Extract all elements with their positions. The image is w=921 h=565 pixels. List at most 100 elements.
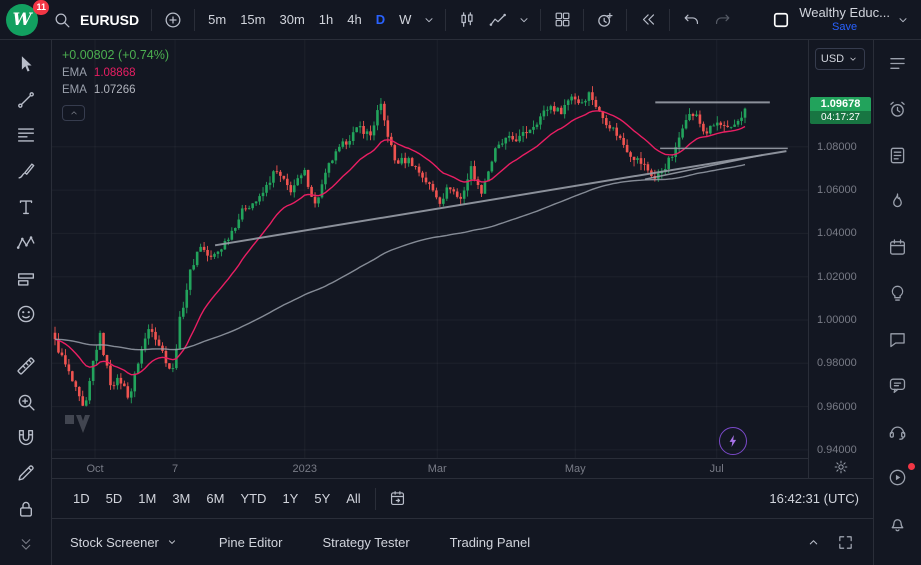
create-alert-button[interactable] bbox=[590, 5, 620, 35]
chart-area[interactable]: +0.00802 (+0.74%) EMA1.08868 EMA1.07266 O… bbox=[52, 40, 808, 478]
range-3M-button[interactable]: 3M bbox=[165, 486, 197, 512]
layout-grid-button[interactable] bbox=[547, 5, 577, 35]
app-logo[interactable]: W 11 bbox=[4, 2, 46, 38]
range-5D-button[interactable]: 5D bbox=[99, 486, 130, 512]
interval-30m-button[interactable]: 30m bbox=[272, 6, 311, 34]
trendline-icon bbox=[15, 89, 37, 111]
zoom-in-icon bbox=[15, 391, 37, 413]
interval-D-button[interactable]: D bbox=[369, 6, 392, 34]
legend-collapse-button[interactable] bbox=[62, 105, 85, 121]
interval-4h-button[interactable]: 4h bbox=[340, 6, 368, 34]
symbol-name[interactable]: EURUSD bbox=[78, 12, 145, 28]
currency-selector[interactable]: USD bbox=[815, 48, 865, 70]
pencil-tool-button[interactable] bbox=[9, 462, 43, 486]
lock-tool-button[interactable] bbox=[9, 497, 43, 521]
pane-layout-button[interactable] bbox=[766, 5, 796, 35]
bar-countdown: 04:17:27 bbox=[810, 111, 871, 124]
account-chevron-button[interactable] bbox=[893, 5, 913, 35]
open-panel-chevron-button[interactable] bbox=[803, 527, 823, 557]
emoji-tool-button[interactable] bbox=[9, 302, 43, 326]
add-symbol-icon bbox=[163, 10, 183, 30]
interval-5m-button[interactable]: 5m bbox=[201, 6, 233, 34]
interval-buttons: 5m15m30m1h4hDW bbox=[201, 6, 418, 34]
trendline-tool-button[interactable] bbox=[9, 88, 43, 112]
save-layout-button[interactable]: Save bbox=[832, 21, 857, 34]
range-6M-button[interactable]: 6M bbox=[199, 486, 231, 512]
range-1D-button[interactable]: 1D bbox=[66, 486, 97, 512]
indicators-button[interactable] bbox=[483, 5, 513, 35]
utc-clock[interactable]: 16:42:31 (UTC) bbox=[769, 491, 859, 506]
streams-button[interactable] bbox=[883, 466, 913, 488]
interval-15m-button[interactable]: 15m bbox=[233, 6, 272, 34]
symbol-search-button[interactable] bbox=[47, 5, 77, 35]
footer-tab-pine-editor[interactable]: Pine Editor bbox=[219, 535, 283, 550]
range-All-button[interactable]: All bbox=[339, 486, 367, 512]
calendar-button[interactable] bbox=[883, 236, 913, 258]
indicator-label: EMA bbox=[62, 67, 87, 79]
footer-tab-trading-panel[interactable]: Trading Panel bbox=[450, 535, 530, 550]
ideas-icon bbox=[887, 283, 908, 304]
data-window-button[interactable] bbox=[883, 144, 913, 166]
indicators-chevron-button[interactable] bbox=[514, 5, 534, 35]
zoom-in-tool-button[interactable] bbox=[9, 390, 43, 414]
right-sidebar bbox=[873, 40, 921, 565]
interval-1h-button[interactable]: 1h bbox=[312, 6, 340, 34]
ideas-button[interactable] bbox=[883, 282, 913, 304]
divider bbox=[151, 9, 152, 31]
interval-W-button[interactable]: W bbox=[392, 6, 418, 34]
tradingview-watermark-logo[interactable] bbox=[64, 412, 102, 439]
position-tool-button[interactable] bbox=[9, 267, 43, 291]
toolbar-more-button[interactable] bbox=[9, 533, 43, 557]
support-button[interactable] bbox=[883, 420, 913, 442]
cursor-tool-button[interactable] bbox=[9, 52, 43, 76]
fib-retracement-tool-button[interactable] bbox=[9, 124, 43, 148]
legend-indicator-row[interactable]: EMA1.08868 bbox=[62, 67, 169, 79]
notifications-icon bbox=[887, 513, 908, 534]
footer-tab-stock-screener[interactable]: Stock Screener bbox=[70, 535, 179, 550]
range-1Y-button[interactable]: 1Y bbox=[275, 486, 305, 512]
double-chevron-down-icon bbox=[17, 536, 35, 554]
go-to-date-button[interactable] bbox=[383, 484, 413, 514]
data-window-icon bbox=[887, 145, 908, 166]
hotlists-button[interactable] bbox=[883, 190, 913, 212]
range-1M-button[interactable]: 1M bbox=[131, 486, 163, 512]
price-tick-label: 0.94000 bbox=[817, 444, 857, 456]
text-tool-button[interactable] bbox=[9, 195, 43, 219]
undo-button[interactable] bbox=[676, 5, 706, 35]
comments-button[interactable] bbox=[883, 374, 913, 396]
pattern-icon bbox=[15, 232, 37, 254]
chart-style-button[interactable] bbox=[452, 5, 482, 35]
ruler-tool-button[interactable] bbox=[9, 354, 43, 378]
indicator-label: EMA bbox=[62, 84, 87, 96]
brush-tool-button[interactable] bbox=[9, 159, 43, 183]
time-ax is[interactable]: Oct72023MarMayJul bbox=[52, 458, 808, 478]
legend-indicator-row[interactable]: EMA1.07266 bbox=[62, 84, 169, 96]
account-menu[interactable]: Wealthy Educ... Save bbox=[797, 6, 892, 34]
alerts-button[interactable] bbox=[883, 98, 913, 120]
unread-dot bbox=[908, 463, 915, 470]
chart-settings-button[interactable] bbox=[829, 458, 853, 476]
footer-tab-strategy-tester[interactable]: Strategy Tester bbox=[322, 535, 409, 550]
quick-actions-button[interactable] bbox=[719, 427, 747, 455]
compare-add-symbol-button[interactable] bbox=[158, 5, 188, 35]
watchlist-button[interactable] bbox=[883, 52, 913, 74]
notifications-button[interactable] bbox=[883, 512, 913, 534]
account-name: Wealthy Educ... bbox=[799, 6, 890, 21]
price-axis[interactable]: USD 1.080001.060001.040001.020001.000000… bbox=[808, 40, 873, 478]
chats-button[interactable] bbox=[883, 328, 913, 350]
price-change-text: +0.00802 (+0.74%) bbox=[62, 48, 169, 62]
pattern-tool-button[interactable] bbox=[9, 231, 43, 255]
redo-button[interactable] bbox=[707, 5, 737, 35]
bar-replay-button[interactable] bbox=[633, 5, 663, 35]
range-YTD-button[interactable]: YTD bbox=[233, 486, 273, 512]
chart-legend: +0.00802 (+0.74%) EMA1.08868 EMA1.07266 bbox=[62, 48, 169, 121]
comments-icon bbox=[887, 375, 908, 396]
undo-icon bbox=[682, 10, 701, 29]
interval-menu-chevron-button[interactable] bbox=[419, 5, 439, 35]
text-icon bbox=[15, 196, 37, 218]
center-column: +0.00802 (+0.74%) EMA1.08868 EMA1.07266 O… bbox=[52, 40, 873, 565]
range-5Y-button[interactable]: 5Y bbox=[307, 486, 337, 512]
fullscreen-button[interactable] bbox=[835, 527, 855, 557]
alerts-icon bbox=[887, 99, 908, 120]
magnet-tool-button[interactable] bbox=[9, 426, 43, 450]
